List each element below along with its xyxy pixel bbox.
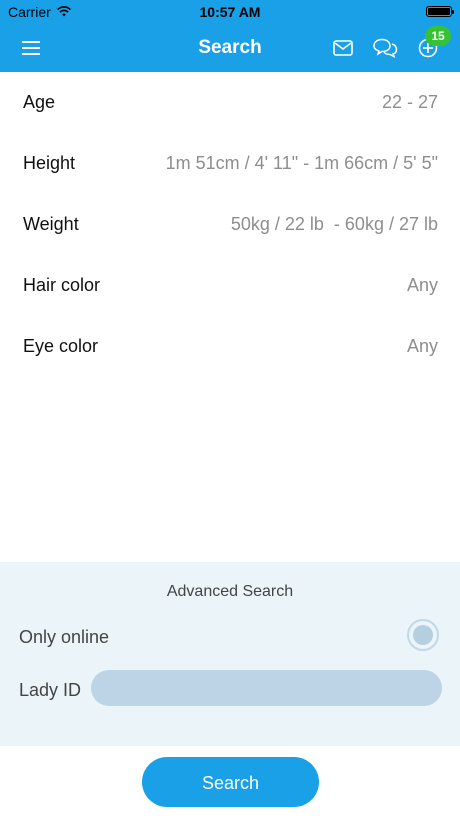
status-bar: Carrier 10:57 AM: [0, 0, 460, 24]
filter-row-eye-color[interactable]: Eye color Any: [0, 316, 460, 377]
notification-badge: 15: [425, 26, 451, 46]
advanced-search-panel: Advanced Search Only online Lady ID: [0, 562, 460, 746]
filter-value-eye-color: Any: [406, 336, 438, 356]
filter-value-age: 22 - 27: [381, 92, 438, 112]
navigation-bar: Search 15: [0, 24, 460, 72]
filter-row-weight[interactable]: Weight 50kg / 22 lb - 60kg / 27 lb: [0, 194, 460, 255]
only-online-toggle[interactable]: [407, 619, 439, 651]
search-button[interactable]: Search: [142, 757, 319, 807]
lady-id-input[interactable]: [91, 670, 442, 706]
filter-row-age[interactable]: Age 22 - 27: [0, 72, 460, 133]
filter-label-weight: Weight: [23, 214, 79, 234]
filter-value-height: 1m 51cm / 4' 11" - 1m 66cm / 5' 5": [165, 153, 438, 173]
lady-id-label: Lady ID: [19, 680, 82, 700]
mail-icon[interactable]: [331, 37, 355, 59]
filter-value-hair-color: Any: [406, 275, 438, 295]
filter-value-weight: 50kg / 22 lb - 60kg / 27 lb: [230, 214, 438, 234]
filter-row-height[interactable]: Height 1m 51cm / 4' 11" - 1m 66cm / 5' 5…: [0, 133, 460, 194]
status-time: 10:57 AM: [199, 4, 261, 20]
only-online-label: Only online: [19, 627, 110, 647]
filter-label-height: Height: [23, 153, 76, 173]
filter-label-age: Age: [23, 92, 56, 112]
advanced-search-title: Advanced Search: [166, 583, 294, 600]
filter-label-hair-color: Hair color: [23, 275, 101, 295]
filter-list: Age 22 - 27 Height 1m 51cm / 4' 11" - 1m…: [0, 72, 460, 377]
filter-label-eye-color: Eye color: [23, 336, 99, 356]
filter-row-hair-color[interactable]: Hair color Any: [0, 255, 460, 316]
chat-icon[interactable]: [371, 36, 399, 60]
battery-icon: [426, 6, 454, 17]
